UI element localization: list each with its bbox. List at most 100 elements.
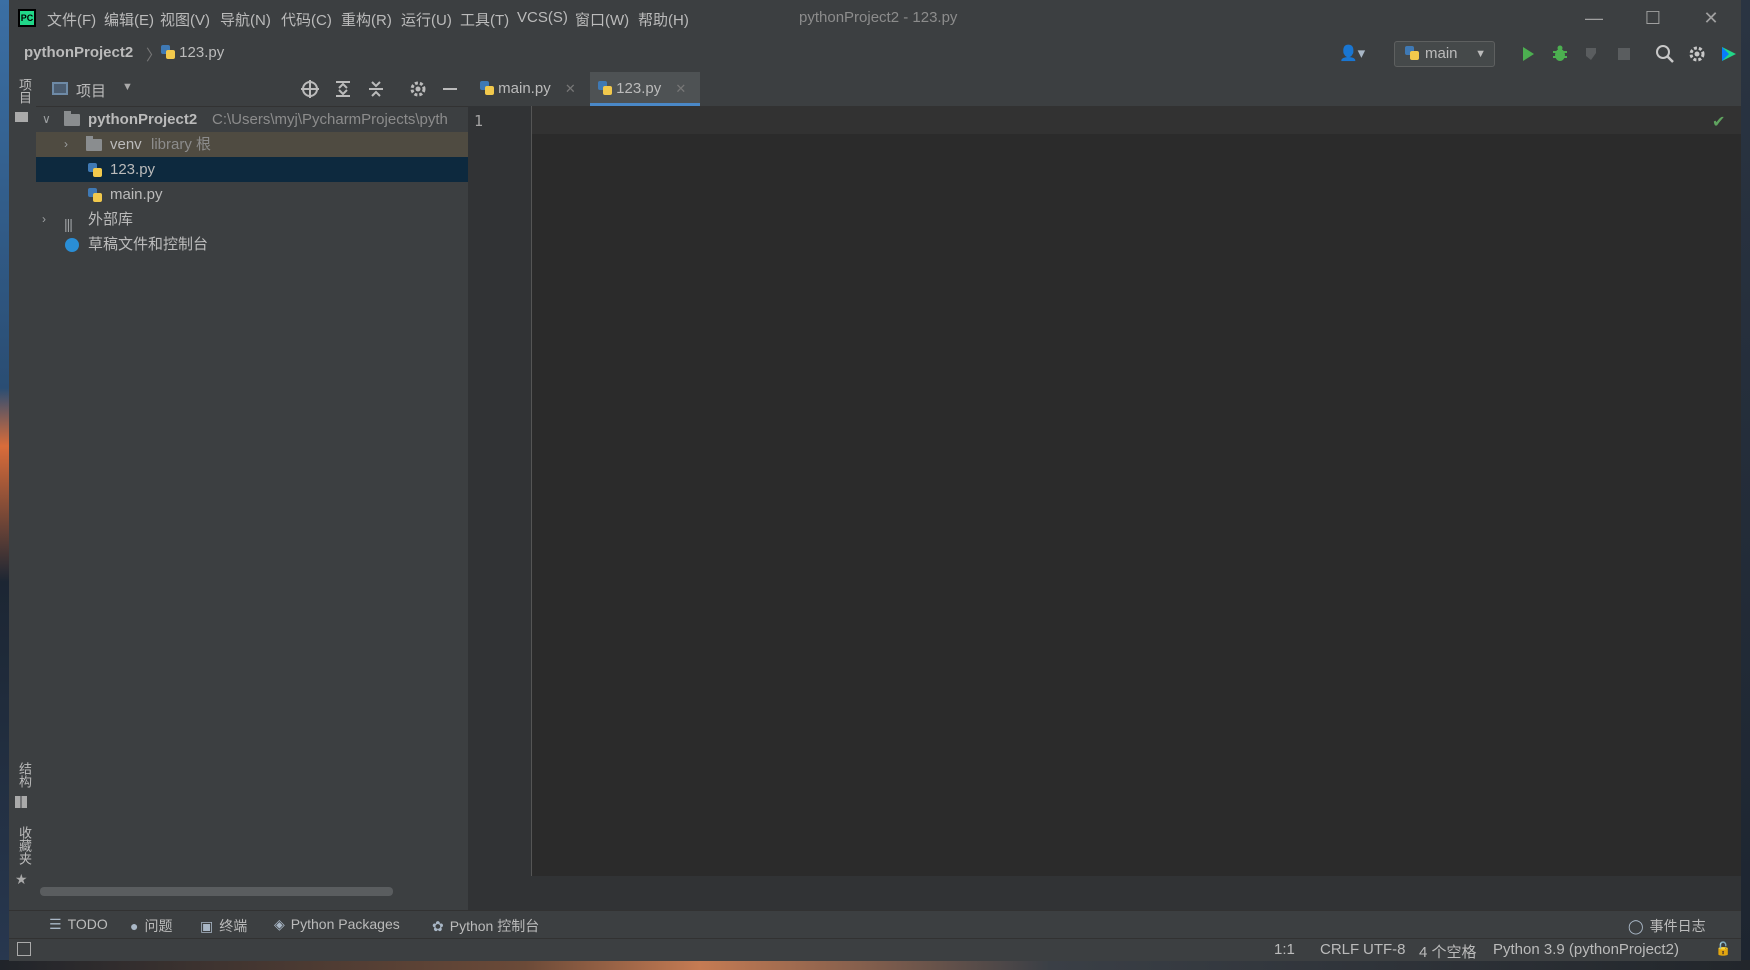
python-packages-tool-button[interactable]: ◈ Python Packages bbox=[274, 916, 400, 933]
tree-row-external-libs[interactable]: › ||| 外部库 bbox=[36, 207, 468, 232]
folder-icon bbox=[15, 112, 28, 122]
info-icon: ● bbox=[130, 918, 139, 934]
tree-row-mainpy[interactable]: main.py bbox=[36, 182, 468, 207]
locate-icon[interactable] bbox=[300, 79, 320, 99]
tree-label-venv: venv bbox=[110, 136, 142, 153]
python-file-icon bbox=[598, 81, 612, 95]
menu-window[interactable]: 窗口(W) bbox=[575, 9, 629, 29]
editor-tabs: main.py ✕ 123.py ✕ bbox=[468, 72, 1741, 107]
indent-setting[interactable]: 4 个空格 bbox=[1419, 941, 1477, 962]
tree-label-123py: 123.py bbox=[110, 161, 156, 178]
problems-tool-button[interactable]: ● 问题 bbox=[130, 916, 172, 936]
close-tab-icon[interactable]: ✕ bbox=[565, 81, 576, 96]
tree-row-venv[interactable]: › venv library 根 bbox=[36, 132, 468, 157]
maximize-icon[interactable]: ☐ bbox=[1641, 6, 1665, 30]
python-console-label: Python 控制台 bbox=[449, 918, 540, 934]
project-panel-header: 项目 ▼ bbox=[36, 72, 468, 107]
check-icon[interactable]: ✔ bbox=[1712, 112, 1725, 132]
tab-label: 123.py bbox=[616, 80, 662, 97]
chevron-right-icon[interactable]: › bbox=[64, 132, 68, 157]
hide-panel-icon[interactable] bbox=[440, 79, 460, 99]
python-interpreter[interactable]: Python 3.9 (pythonProject2) bbox=[1493, 941, 1679, 958]
cursor-position[interactable]: 1:1 bbox=[1274, 941, 1295, 958]
menu-help[interactable]: 帮助(H) bbox=[638, 9, 689, 29]
project-tool-button[interactable]: 项目 bbox=[15, 78, 34, 122]
gear-icon[interactable] bbox=[1687, 44, 1707, 64]
editor-gutter bbox=[468, 106, 532, 876]
terminal-icon: ▣ bbox=[200, 918, 214, 934]
close-icon[interactable]: ✕ bbox=[1699, 6, 1723, 30]
user-icon[interactable]: 👤▾ bbox=[1339, 44, 1365, 62]
project-view-selector[interactable]: 项目 bbox=[76, 80, 106, 101]
run-icon[interactable] bbox=[1518, 44, 1538, 64]
event-log-tool-button[interactable]: ◯ 事件日志 bbox=[1628, 916, 1706, 936]
tool-window-bar: ☰ TODO ● 问题 ▣ 终端 ◈ Python Packages ✿ Python 控… bbox=[9, 910, 1741, 939]
breadcrumb-file[interactable]: 123.py bbox=[161, 44, 224, 61]
tab-123-py[interactable]: 123.py ✕ bbox=[590, 72, 700, 106]
problems-label: 问题 bbox=[144, 918, 173, 934]
favorites-tool-button[interactable]: 收藏夹 ★ bbox=[15, 826, 34, 888]
chat-bubble-icon: ◯ bbox=[1628, 918, 1644, 934]
menu-file[interactable]: 文件(F) bbox=[47, 9, 96, 29]
menu-run[interactable]: 运行(U) bbox=[401, 9, 452, 29]
python-icon bbox=[1405, 46, 1419, 60]
coverage-icon[interactable] bbox=[1582, 44, 1602, 64]
current-line-highlight bbox=[532, 106, 1741, 134]
todo-label: TODO bbox=[67, 916, 108, 932]
desktop-edge-left bbox=[0, 0, 9, 970]
project-tool-label: 项目 bbox=[17, 78, 32, 104]
search-icon[interactable] bbox=[1655, 44, 1675, 64]
breadcrumb-project[interactable]: pythonProject2 bbox=[24, 44, 133, 61]
code-editor[interactable] bbox=[532, 106, 1741, 876]
structure-tool-label: 结构 bbox=[17, 762, 32, 788]
terminal-tool-button[interactable]: ▣ 终端 bbox=[200, 916, 247, 936]
tree-row-scratches[interactable]: 草稿文件和控制台 bbox=[36, 232, 468, 257]
structure-icon bbox=[15, 796, 27, 808]
folder-icon bbox=[64, 111, 80, 126]
tree-label-project: pythonProject2 bbox=[88, 111, 198, 128]
line-separator[interactable]: CRLF bbox=[1320, 941, 1359, 958]
pycharm-logo-icon: PC bbox=[18, 9, 36, 27]
menu-refactor[interactable]: 重构(R) bbox=[341, 9, 392, 29]
run-config-select[interactable]: main ▼ bbox=[1394, 41, 1495, 67]
chevron-right-icon[interactable]: › bbox=[42, 207, 46, 232]
lock-icon[interactable]: 🔓 bbox=[1715, 941, 1731, 957]
debug-icon[interactable] bbox=[1550, 44, 1570, 64]
horizontal-scrollbar[interactable] bbox=[40, 887, 393, 896]
folder-icon bbox=[86, 136, 102, 151]
list-icon: ☰ bbox=[49, 916, 62, 932]
tree-row-project-root[interactable]: ∨ pythonProject2 C:\Users\myj\PycharmPro… bbox=[36, 107, 468, 132]
tree-label-external-libs: 外部库 bbox=[88, 211, 134, 228]
left-tool-strip: 项目 结构 收藏夹 ★ bbox=[9, 72, 37, 910]
menu-edit[interactable]: 编辑(E) bbox=[104, 9, 154, 29]
python-console-tool-button[interactable]: ✿ Python 控制台 bbox=[432, 916, 539, 936]
structure-tool-button[interactable]: 结构 bbox=[15, 762, 34, 808]
chevron-down-icon[interactable]: ▼ bbox=[122, 81, 133, 93]
python-file-icon bbox=[480, 81, 494, 95]
breadcrumb-file-label: 123.py bbox=[179, 44, 225, 61]
favorites-tool-label: 收藏夹 bbox=[17, 826, 32, 865]
minimize-icon[interactable]: — bbox=[1582, 6, 1606, 30]
todo-tool-button[interactable]: ☰ TODO bbox=[49, 916, 108, 933]
toolbox-icon[interactable] bbox=[1719, 44, 1739, 64]
tree-root-path: C:\Users\myj\PycharmProjects\pyth bbox=[212, 111, 448, 128]
expand-all-icon[interactable] bbox=[333, 79, 353, 99]
stop-icon[interactable] bbox=[1614, 44, 1634, 64]
menu-navigate[interactable]: 导航(N) bbox=[220, 9, 271, 29]
breadcrumb-separator: 〉 bbox=[146, 47, 162, 64]
menu-view[interactable]: 视图(V) bbox=[160, 9, 210, 29]
menu-vcs[interactable]: VCS(S) bbox=[517, 9, 568, 29]
tab-main-py[interactable]: main.py ✕ bbox=[480, 72, 590, 106]
collapse-all-icon[interactable] bbox=[366, 79, 386, 99]
close-tab-icon[interactable]: ✕ bbox=[675, 81, 686, 96]
toggle-tool-windows-icon[interactable] bbox=[17, 942, 31, 956]
python-packages-label: Python Packages bbox=[290, 916, 400, 932]
tree-row-123py[interactable]: 123.py bbox=[36, 157, 468, 182]
gear-icon[interactable] bbox=[408, 79, 428, 99]
python-icon: ✿ bbox=[432, 918, 444, 934]
menu-tools[interactable]: 工具(T) bbox=[460, 9, 509, 29]
file-encoding[interactable]: UTF-8 bbox=[1363, 941, 1406, 958]
project-panel: 项目 ▼ ∨ pythonProject2 C:\Users\myj\Pycha… bbox=[36, 72, 468, 910]
chevron-down-icon[interactable]: ∨ bbox=[42, 107, 51, 132]
menu-code[interactable]: 代码(C) bbox=[281, 9, 332, 29]
